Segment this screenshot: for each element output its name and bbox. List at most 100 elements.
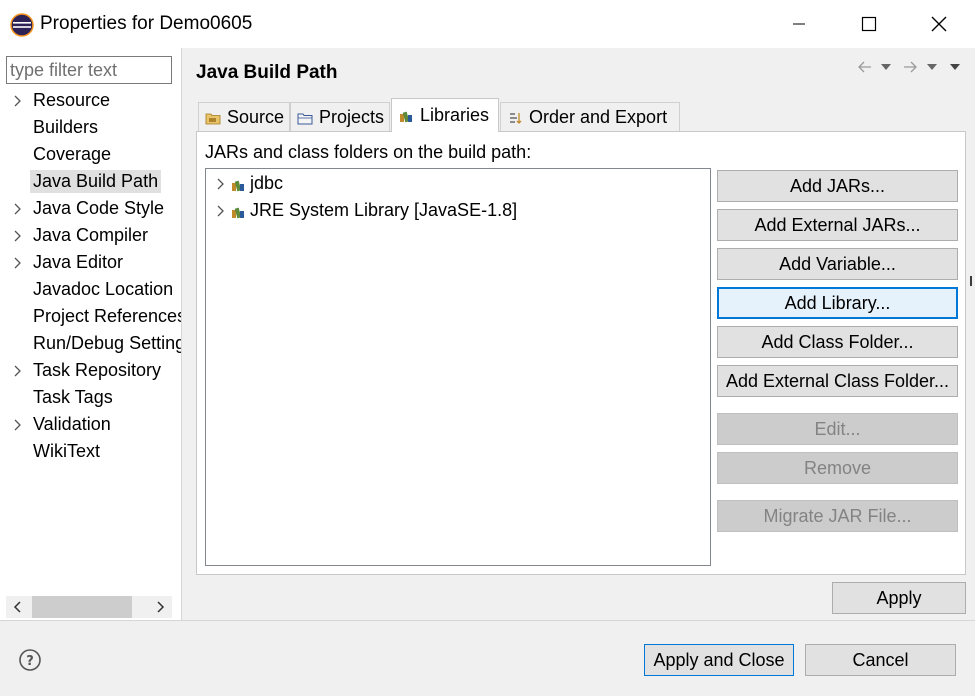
- sidebar-item-coverage[interactable]: Coverage: [0, 142, 181, 169]
- sidebar-item-task-tags[interactable]: Task Tags: [0, 385, 181, 412]
- tab-label: Order and Export: [529, 107, 668, 127]
- forward-arrow-icon: [904, 61, 917, 73]
- tab-label: Source: [227, 107, 285, 127]
- chevron-down-icon: [927, 64, 937, 70]
- back-button[interactable]: [856, 56, 874, 78]
- apply-button[interactable]: Apply: [832, 582, 966, 614]
- sidebar-item-label: Javadoc Location: [33, 279, 174, 299]
- chevron-right-icon[interactable]: [214, 204, 228, 218]
- sidebar-item-label: Java Compiler: [33, 225, 149, 245]
- chevron-left-icon: [13, 601, 21, 613]
- sidebar-item-task-repository[interactable]: Task Repository: [0, 358, 181, 385]
- sidebar-item-run-debug-settings[interactable]: Run/Debug Settings: [0, 331, 181, 358]
- tab-order-and-export[interactable]: Order and Export: [500, 102, 680, 132]
- projects-icon: [297, 113, 313, 124]
- library-icon: [232, 180, 244, 192]
- sidebar-item-label: Java Build Path: [30, 170, 162, 193]
- chevron-right-icon[interactable]: [11, 94, 25, 108]
- cancel-button[interactable]: Cancel: [805, 644, 956, 676]
- chevron-right-icon: [157, 601, 165, 613]
- sidebar-item-label: Resource: [33, 90, 111, 110]
- library-icon: [232, 207, 244, 219]
- sidebar-item-label: Validation: [33, 414, 111, 434]
- libraries-description: JARs and class folders on the build path…: [205, 142, 532, 162]
- sidebar-item-validation[interactable]: Validation: [0, 412, 181, 439]
- sidebar-item-label: Task Repository: [33, 360, 162, 380]
- sidebar-item-label: Java Editor: [33, 252, 124, 272]
- help-icon[interactable]: ?: [18, 648, 42, 672]
- back-menu-button[interactable]: [878, 56, 894, 78]
- add-external-jars-button[interactable]: Add External JARs...: [717, 209, 958, 241]
- sidebar-item-label: Java Code Style: [33, 198, 165, 218]
- view-menu-button[interactable]: [947, 56, 963, 78]
- forward-button[interactable]: [901, 56, 919, 78]
- sidebar-item-java-editor[interactable]: Java Editor: [0, 250, 181, 277]
- add-class-folder-button[interactable]: Add Class Folder...: [717, 326, 958, 358]
- list-item[interactable]: JRE System Library [JavaSE-1.8]: [206, 198, 706, 224]
- add-library-button[interactable]: Add Library...: [717, 287, 958, 319]
- chevron-right-icon[interactable]: [214, 177, 228, 191]
- sidebar-item-java-compiler[interactable]: Java Compiler: [0, 223, 181, 250]
- horizontal-scrollbar[interactable]: [6, 596, 172, 618]
- svg-text:?: ?: [26, 654, 34, 669]
- libraries-tree[interactable]: jdbc JRE System Library [JavaSE-1.8]: [205, 168, 711, 566]
- sidebar-item-project-references[interactable]: Project References: [0, 304, 181, 331]
- tab-label: Libraries: [420, 105, 490, 125]
- close-icon: [931, 16, 947, 32]
- property-tree: Resource Builders Coverage Java Build Pa…: [0, 88, 181, 600]
- title-bar: Properties for Demo0605: [0, 0, 975, 48]
- list-item-label: jdbc: [250, 173, 284, 193]
- sidebar-item-label: Coverage: [33, 144, 112, 164]
- sidebar-item-label: WikiText: [33, 441, 100, 461]
- chevron-right-icon[interactable]: [11, 202, 25, 216]
- migrate-jar-button[interactable]: Migrate JAR File...: [717, 500, 958, 532]
- add-jars-button[interactable]: Add JARs...: [717, 170, 958, 202]
- tab-projects[interactable]: Projects: [290, 102, 390, 132]
- sidebar-item-label: Project References: [33, 306, 181, 326]
- minimize-button[interactable]: [764, 0, 834, 48]
- list-item-label: JRE System Library [JavaSE-1.8]: [250, 200, 518, 220]
- eclipse-icon: [10, 13, 34, 37]
- apply-and-close-button[interactable]: Apply and Close: [644, 644, 794, 676]
- sidebar-item-label: Task Tags: [33, 387, 113, 407]
- scroll-thumb[interactable]: [32, 596, 132, 618]
- maximize-button[interactable]: [834, 0, 904, 48]
- add-variable-button[interactable]: Add Variable...: [717, 248, 958, 280]
- forward-menu-button[interactable]: [924, 56, 940, 78]
- scroll-left-button[interactable]: [6, 596, 30, 618]
- sidebar-item-label: Run/Debug Settings: [33, 333, 181, 353]
- chevron-right-icon[interactable]: [11, 256, 25, 270]
- add-external-class-folder-button[interactable]: Add External Class Folder...: [717, 365, 958, 397]
- page-title: Java Build Path: [196, 62, 338, 83]
- sidebar-item-builders[interactable]: Builders: [0, 115, 181, 142]
- minimize-icon: [793, 23, 805, 25]
- chevron-down-icon: [881, 64, 891, 70]
- back-arrow-icon: [858, 61, 871, 73]
- sidebar-item-label: Builders: [33, 117, 99, 137]
- order-export-icon: [510, 112, 522, 124]
- sidebar: Resource Builders Coverage Java Build Pa…: [0, 48, 182, 620]
- source-folder-icon: [205, 113, 221, 124]
- tab-libraries[interactable]: Libraries: [391, 98, 499, 132]
- chevron-right-icon[interactable]: [11, 229, 25, 243]
- chevron-right-icon[interactable]: [11, 418, 25, 432]
- libraries-icon: [400, 111, 412, 122]
- list-item[interactable]: jdbc: [206, 171, 706, 197]
- tab-label: Projects: [319, 107, 385, 127]
- remove-button[interactable]: Remove: [717, 452, 958, 484]
- resize-grip-icon[interactable]: [968, 274, 975, 288]
- sidebar-item-javadoc-location[interactable]: Javadoc Location: [0, 277, 181, 304]
- sidebar-item-java-code-style[interactable]: Java Code Style: [0, 196, 181, 223]
- tab-source[interactable]: Source: [198, 102, 290, 132]
- edit-button[interactable]: Edit...: [717, 413, 958, 445]
- close-button[interactable]: [904, 0, 974, 48]
- sidebar-item-wikitext[interactable]: WikiText: [0, 439, 181, 466]
- chevron-down-icon: [950, 64, 960, 70]
- filter-input[interactable]: [6, 56, 172, 84]
- divider: [0, 620, 975, 621]
- sidebar-item-resource[interactable]: Resource: [0, 88, 181, 115]
- sidebar-item-java-build-path[interactable]: Java Build Path: [0, 169, 181, 196]
- chevron-right-icon[interactable]: [11, 364, 25, 378]
- scroll-right-button[interactable]: [148, 596, 172, 618]
- window-title: Properties for Demo0605: [40, 13, 253, 34]
